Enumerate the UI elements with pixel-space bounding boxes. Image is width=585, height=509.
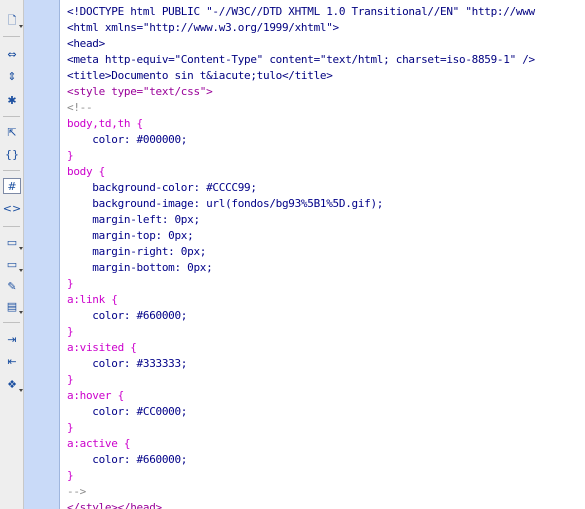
- code-line[interactable]: 12 background-color: #CCCC99;: [60, 180, 585, 196]
- code-line[interactable]: 25a:hover {: [60, 388, 585, 404]
- code-line[interactable]: 11body {: [60, 164, 585, 180]
- code-line[interactable]: 8body,td,th {: [60, 116, 585, 132]
- code-line[interactable]: 5<title>Documento sin t&iacute;tulo</tit…: [60, 68, 585, 84]
- wrap-tag-icon[interactable]: ✎: [3, 278, 21, 294]
- code-line[interactable]: 18}: [60, 276, 585, 292]
- code-text: background-image: url(fondos/bg93%5B1%5D…: [67, 197, 384, 210]
- highlight-invalid-code-icon[interactable]: <>: [3, 200, 21, 216]
- code-line[interactable]: 27}: [60, 420, 585, 436]
- code-line[interactable]: 9 color: #000000;: [60, 132, 585, 148]
- format-source-code-icon[interactable]: ❖: [3, 376, 23, 392]
- code-line[interactable]: 4<meta http-equiv="Content-Type" content…: [60, 52, 585, 68]
- code-line[interactable]: 20 color: #660000;: [60, 308, 585, 324]
- dropdown-caret-icon: [19, 269, 23, 272]
- code-line[interactable]: 15 margin-top: 0px;: [60, 228, 585, 244]
- recent-snippets-icon[interactable]: ▤: [3, 298, 23, 314]
- code-text: body,td,th {: [67, 117, 143, 130]
- toolbar-separator: [3, 116, 20, 117]
- balance-braces-icon[interactable]: {}: [3, 146, 21, 162]
- remove-comment-icon[interactable]: ▭: [3, 256, 23, 272]
- expand-tag-icon[interactable]: ⇔: [3, 46, 21, 62]
- code-line[interactable]: 32</style></head>: [60, 500, 585, 509]
- code-line[interactable]: 13 background-image: url(fondos/bg93%5B1…: [60, 196, 585, 212]
- new-document-icon[interactable]: 🗋: [3, 12, 23, 28]
- code-line[interactable]: 6<style type="text/css">: [60, 84, 585, 100]
- code-text: }: [67, 373, 74, 386]
- code-text: margin-top: 0px;: [67, 229, 194, 242]
- code-text: <head>: [67, 37, 105, 50]
- code-line[interactable]: 7<!--: [60, 100, 585, 116]
- code-text: background-color: #CCCC99;: [67, 181, 257, 194]
- code-line[interactable]: 3<head>: [60, 36, 585, 52]
- code-line[interactable]: 1<!DOCTYPE html PUBLIC "-//W3C//DTD XHTM…: [60, 4, 585, 20]
- toolbar-separator: [3, 226, 20, 227]
- dropdown-caret-icon: [19, 389, 23, 392]
- code-text: <meta http-equiv="Content-Type" content=…: [67, 53, 535, 66]
- line-number-gutter: [24, 0, 60, 509]
- select-parent-tag-icon[interactable]: ⇱: [3, 124, 21, 140]
- code-text: a:visited {: [67, 341, 137, 354]
- toolbar-separator: [3, 36, 20, 37]
- dropdown-caret-icon: [19, 247, 23, 250]
- dropdown-caret-icon: [19, 25, 23, 28]
- code-line[interactable]: 29 color: #660000;: [60, 452, 585, 468]
- code-text: color: #333333;: [67, 357, 188, 370]
- code-text: margin-bottom: 0px;: [67, 261, 213, 274]
- code-view[interactable]: 1<!DOCTYPE html PUBLIC "-//W3C//DTD XHTM…: [60, 0, 585, 509]
- code-text: <html xmlns="http://www.w3.org/1999/xhtm…: [67, 21, 339, 34]
- code-text: a:active {: [67, 437, 131, 450]
- toolbar-separator: [3, 322, 20, 323]
- code-text: margin-left: 0px;: [67, 213, 200, 226]
- code-text: <style type="text/css">: [67, 85, 213, 98]
- code-text: color: #000000;: [67, 133, 188, 146]
- code-line[interactable]: 10}: [60, 148, 585, 164]
- code-line[interactable]: 28a:active {: [60, 436, 585, 452]
- code-text: <title>Documento sin t&iacute;tulo</titl…: [67, 69, 333, 82]
- code-text: color: #CC0000;: [67, 405, 188, 418]
- collapse-selection-icon[interactable]: ✱: [3, 92, 21, 108]
- code-line[interactable]: 16 margin-right: 0px;: [60, 244, 585, 260]
- dropdown-caret-icon: [19, 311, 23, 314]
- code-text: <!--: [67, 101, 93, 114]
- toolbar-separator: [3, 170, 20, 171]
- code-text: }: [67, 277, 74, 290]
- code-line[interactable]: 19a:link {: [60, 292, 585, 308]
- code-text: a:hover {: [67, 389, 124, 402]
- code-text: color: #660000;: [67, 309, 188, 322]
- code-text: body {: [67, 165, 105, 178]
- code-text: color: #660000;: [67, 453, 188, 466]
- code-text: }: [67, 149, 74, 162]
- code-text: </style></head>: [67, 501, 162, 509]
- code-text: }: [67, 325, 74, 338]
- code-line[interactable]: 21}: [60, 324, 585, 340]
- code-line[interactable]: 26 color: #CC0000;: [60, 404, 585, 420]
- code-text: a:link {: [67, 293, 118, 306]
- apply-comment-icon[interactable]: ▭: [3, 234, 23, 250]
- code-text: <!DOCTYPE html PUBLIC "-//W3C//DTD XHTML…: [67, 5, 535, 18]
- code-line[interactable]: 14 margin-left: 0px;: [60, 212, 585, 228]
- code-text: }: [67, 421, 74, 434]
- code-text: margin-right: 0px;: [67, 245, 207, 258]
- code-line[interactable]: 17 margin-bottom: 0px;: [60, 260, 585, 276]
- code-text: -->: [67, 485, 86, 498]
- outdent-code-icon[interactable]: ⇤: [3, 353, 21, 369]
- collapse-full-tag-icon[interactable]: ⇕: [3, 68, 21, 84]
- code-line[interactable]: 2<html xmlns="http://www.w3.org/1999/xht…: [60, 20, 585, 36]
- line-numbers-icon[interactable]: #: [3, 178, 21, 194]
- code-line[interactable]: 23 color: #333333;: [60, 356, 585, 372]
- code-line[interactable]: 24}: [60, 372, 585, 388]
- indent-code-icon[interactable]: ⇥: [3, 331, 21, 347]
- code-line[interactable]: 31-->: [60, 484, 585, 500]
- coding-toolbar: 🗋 ⇔ ⇕ ✱ ⇱ {} # <> ▭ ▭ ✎ ▤ ⇥ ⇤ ❖: [0, 0, 24, 509]
- code-text: }: [67, 469, 74, 482]
- code-line[interactable]: 22a:visited {: [60, 340, 585, 356]
- code-line[interactable]: 30}: [60, 468, 585, 484]
